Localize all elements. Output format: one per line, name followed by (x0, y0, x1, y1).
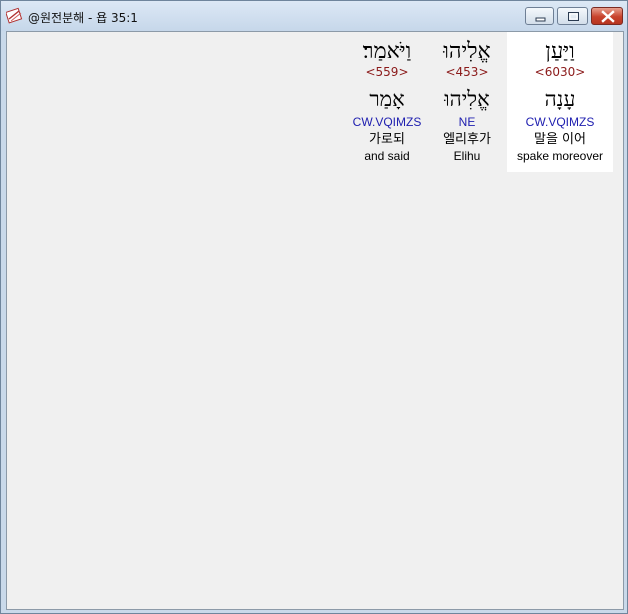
window-title: @원전분해 - 욥 35:1 (28, 11, 138, 25)
lemma-word: אָמַר (369, 87, 405, 111)
strongs-number[interactable]: <6030> (507, 64, 613, 80)
korean-gloss: 가로되 (369, 132, 405, 147)
english-gloss: Elihu (453, 149, 481, 163)
lemma-word: עָנָה (544, 87, 576, 111)
morphology-code: CW.VQIMZS (352, 115, 422, 129)
close-button[interactable] (591, 7, 623, 25)
korean-gloss: 엘리후가 (443, 132, 491, 147)
strongs-number[interactable]: <559> (347, 64, 427, 80)
korean-gloss: 말을 이어 (534, 132, 586, 147)
minimize-button[interactable] (525, 7, 554, 25)
hebrew-word: וַיַּעַן (545, 39, 575, 64)
hebrew-word: וַיֹּאמַר׃ (362, 39, 412, 64)
strongs-number[interactable]: <453> (427, 64, 507, 80)
morphology-code: CW.VQIMZS (525, 115, 595, 129)
maximize-icon (568, 12, 579, 21)
close-icon (601, 10, 615, 23)
morphology-code: NE (458, 115, 476, 129)
hebrew-word: אֱלִיהוּ (443, 39, 491, 64)
maximize-button[interactable] (557, 7, 588, 25)
analysis-pane[interactable]: וַיַּעַן <6030> עָנָה CW.VQIMZS 말을 이어 sp… (6, 31, 624, 610)
title-bar[interactable]: @원전분해 - 욥 35:1 (1, 1, 627, 31)
app-window: @원전분해 - 욥 35:1 וַיַּעַן <6030> עָנָה CW.… (0, 0, 628, 614)
word-column-1[interactable]: וַיַּעַן <6030> עָנָה CW.VQIMZS 말을 이어 sp… (507, 32, 613, 172)
minimize-icon (535, 17, 546, 22)
word-column-2[interactable]: אֱלִיהוּ <453> אֱלִיהוּ NE 엘리후가 Elihu (427, 32, 507, 172)
english-gloss: and said (364, 149, 410, 163)
lemma-word: אֱלִיהוּ (444, 87, 490, 111)
app-icon[interactable] (6, 7, 23, 24)
word-column-3[interactable]: וַיֹּאמַר׃ <559> אָמַר CW.VQIMZS 가로되 and… (347, 32, 427, 172)
english-gloss: spake moreover (516, 149, 604, 163)
